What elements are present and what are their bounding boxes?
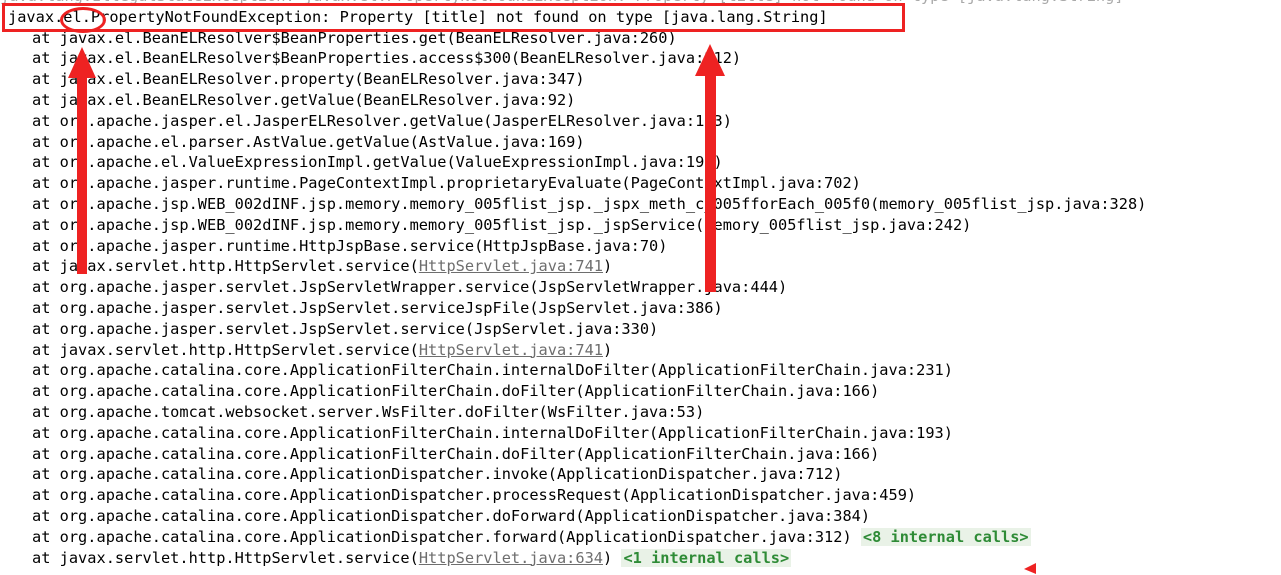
stack-frame-line: at org.apache.catalina.core.ApplicationD… [0,506,1281,527]
frame-text: javax.el.BeanELResolver$BeanProperties.a… [59,49,742,68]
stack-frame-line: at org.apache.jsp.WEB_002dINF.jsp.memory… [0,194,1281,215]
source-file-link[interactable]: HttpServlet.java:634 [419,549,603,567]
frame-text: org.apache.catalina.core.ApplicationFilt… [59,444,880,463]
exception-suffix: .PropertyNotFoundException: Property [ti… [81,7,828,26]
frame-at-keyword: at [32,132,60,151]
stack-frame-line: at org.apache.catalina.core.ApplicationF… [0,423,1281,444]
frame-at-keyword: at [32,236,60,255]
exception-message-line: javax.el.PropertyNotFoundException: Prop… [0,7,1281,28]
frame-at-keyword: at [32,153,60,172]
stack-frame-line: at org.apache.jasper.runtime.HttpJspBase… [0,236,1281,257]
frame-at-keyword: at [32,111,60,130]
stack-frame-line: at javax.servlet.http.HttpServlet.servic… [0,340,1281,361]
stack-trace-output[interactable]: java.lang.IllegalStateException: javax.e… [0,0,1281,575]
frame-at-keyword: at [32,91,60,109]
frame-at-keyword: at [32,403,60,421]
frame-at-keyword: at [32,319,60,338]
clipped-top-line: java.lang.IllegalStateException: javax.e… [0,0,1281,7]
frame-text: org.apache.jsp.WEB_002dINF.jsp.memory.me… [59,195,1147,213]
frame-text: org.apache.tomcat.websocket.server.WsFil… [59,403,705,421]
stack-frame-line: at org.apache.tomcat.websocket.server.Ws… [0,402,1281,423]
frame-text: org.apache.catalina.core.ApplicationDisp… [59,465,843,484]
frame-text: org.apache.jasper.servlet.JspServlet.ser… [59,319,659,338]
frame-text: javax.el.BeanELResolver.getValue(BeanELR… [59,91,576,109]
stack-frame-line: at org.apache.jasper.el.JasperELResolver… [0,111,1281,132]
source-file-link[interactable]: HttpServlet.java:741 [419,257,603,275]
frame-class-suffix: ) [603,340,613,359]
frame-at-keyword: at [32,444,60,463]
stack-frame-line: at javax.el.BeanELResolver$BeanPropertie… [0,48,1281,69]
frame-at-keyword: at [32,486,60,505]
frame-class-prefix: javax.servlet.http.HttpServlet.service( [59,548,419,567]
frame-text: javax.el.BeanELResolver.property(BeanELR… [59,70,585,89]
stack-frame-line: at javax.el.BeanELResolver.getValue(Bean… [0,90,1281,111]
frame-class-prefix: javax.servlet.http.HttpServlet.service( [59,340,419,359]
frame-text: javax.el.BeanELResolver$BeanProperties.g… [59,28,677,47]
frame-text: org.apache.el.ValueExpressionImpl.getVal… [59,153,723,172]
frame-at-keyword: at [32,257,60,276]
exception-prefix: javax [8,7,55,26]
stack-frame-line: at org.apache.catalina.core.ApplicationF… [0,360,1281,381]
frame-at-keyword: at [32,174,60,193]
source-file-link[interactable]: HttpServlet.java:741 [419,341,603,359]
frame-at-keyword: at [32,278,60,297]
frame-at-keyword: at [32,299,60,317]
stack-frame-line: at org.apache.jasper.servlet.JspServlet.… [0,298,1281,319]
stack-frame-line: at org.apache.catalina.core.ApplicationD… [0,485,1281,506]
frame-at-keyword: at [32,527,60,546]
stack-frame-line: at javax.el.BeanELResolver.property(Bean… [0,69,1281,90]
frame-at-keyword: at [32,465,60,484]
stack-frame-line: at org.apache.el.ValueExpressionImpl.get… [0,152,1281,173]
stack-frame-line: at org.apache.catalina.core.ApplicationD… [0,464,1281,485]
internal-calls-badge[interactable]: <1 internal calls> [621,548,792,567]
frame-text: org.apache.catalina.core.ApplicationFilt… [59,423,953,442]
frame-at-keyword: at [32,361,60,380]
frame-text: org.apache.el.parser.AstValue.getValue(A… [59,132,585,151]
frame-class-suffix: ) [603,548,622,567]
frame-text: org.apache.catalina.core.ApplicationDisp… [59,527,861,546]
frame-text: org.apache.jasper.el.JasperELResolver.ge… [59,111,732,130]
frame-at-keyword: at [32,49,60,68]
stack-frame-line: at org.apache.jasper.runtime.PageContext… [0,173,1281,194]
frame-at-keyword: at [32,548,60,567]
stack-frame-line: at org.apache.catalina.core.ApplicationD… [0,527,1281,548]
frame-at-keyword: at [32,28,60,47]
frame-text: org.apache.jasper.runtime.HttpJspBase.se… [59,236,668,255]
frame-text: org.apache.catalina.core.ApplicationDisp… [59,507,871,525]
stack-frame-line: at javax.el.BeanELResolver$BeanPropertie… [0,28,1281,49]
internal-calls-badge[interactable]: <8 internal calls> [860,527,1031,546]
stack-frame-line: at org.apache.catalina.core.ApplicationF… [0,444,1281,465]
stack-frame-line: at org.apache.el.parser.AstValue.getValu… [0,132,1281,153]
stack-frame-line: at javax.servlet.http.HttpServlet.servic… [0,256,1281,277]
frame-text: org.apache.jasper.servlet.JspServlet.ser… [59,299,723,317]
stack-frame-line: at org.apache.jasper.servlet.JspServletW… [0,277,1281,298]
frame-text: org.apache.jasper.servlet.JspServletWrap… [59,278,788,297]
frame-class-prefix: javax.servlet.http.HttpServlet.service( [59,257,419,276]
frame-text: org.apache.catalina.core.ApplicationFilt… [59,382,880,401]
stack-frame-line: at org.apache.jsp.WEB_002dINF.jsp.memory… [0,215,1281,236]
frame-text: org.apache.catalina.core.ApplicationFilt… [59,361,953,380]
frame-at-keyword: at [32,423,60,442]
frame-at-keyword: at [32,215,60,234]
frame-text: org.apache.catalina.core.ApplicationDisp… [59,486,917,505]
stack-frame-line: at javax.servlet.http.HttpServlet.servic… [0,548,1281,569]
stack-frame-line: at org.apache.jasper.servlet.JspServlet.… [0,319,1281,340]
frame-at-keyword: at [32,340,60,359]
frame-at-keyword: at [32,70,60,89]
frame-at-keyword: at [32,507,60,525]
frame-at-keyword: at [32,382,60,401]
exception-el-token: .el [54,7,82,26]
frame-text: org.apache.jasper.runtime.PageContextImp… [59,174,861,193]
frame-text: org.apache.jsp.WEB_002dINF.jsp.memory.me… [59,215,972,234]
frame-class-suffix: ) [603,257,613,276]
stack-frame-line: at org.apache.catalina.core.ApplicationF… [0,381,1281,402]
frame-at-keyword: at [32,195,60,213]
